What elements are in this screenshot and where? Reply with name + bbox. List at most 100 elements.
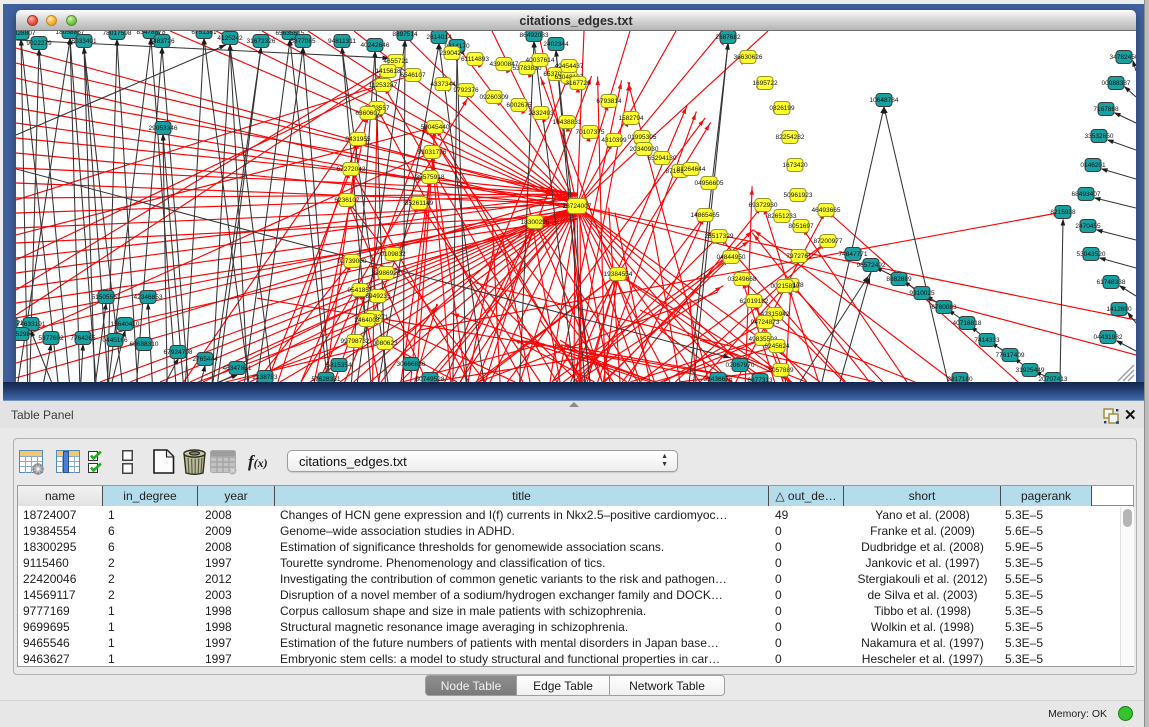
- svg-text:19384554: 19384554: [604, 271, 633, 278]
- svg-text:11253287: 11253287: [369, 82, 398, 89]
- svg-text:0080623: 0080623: [372, 340, 398, 347]
- svg-text:50961923: 50961923: [784, 192, 813, 199]
- svg-text:6780083: 6780083: [931, 304, 957, 311]
- svg-text:67924708: 67924708: [164, 349, 193, 356]
- svg-text:46347861: 46347861: [223, 365, 252, 372]
- svg-text:69372930: 69372930: [749, 202, 778, 209]
- svg-text:03249668: 03249668: [728, 276, 757, 283]
- svg-text:8057889: 8057889: [768, 367, 794, 374]
- svg-text:4125242: 4125242: [217, 35, 243, 42]
- svg-text:31672326: 31672326: [247, 38, 276, 45]
- svg-text:61114893: 61114893: [461, 56, 489, 63]
- svg-text:2138783: 2138783: [252, 374, 278, 381]
- svg-text:10648784: 10648784: [870, 97, 899, 104]
- svg-text:18724007: 18724007: [563, 203, 592, 210]
- svg-text:7972761: 7972761: [786, 253, 812, 260]
- svg-text:1673420: 1673420: [782, 162, 808, 169]
- svg-text:34782450: 34782450: [1110, 54, 1136, 61]
- svg-text:14865465: 14865465: [691, 212, 720, 219]
- svg-text:99798732: 99798732: [341, 338, 370, 345]
- svg-text:8897514: 8897514: [392, 31, 418, 38]
- svg-text:0431955: 0431955: [345, 136, 371, 143]
- svg-text:82254282: 82254282: [776, 134, 805, 141]
- svg-text:33532650: 33532650: [1085, 133, 1114, 140]
- svg-text:40242646: 40242646: [361, 42, 390, 49]
- svg-text:00215810: 00215810: [771, 283, 800, 290]
- svg-text:2765444: 2765444: [192, 356, 218, 363]
- svg-text:94724873: 94724873: [751, 319, 780, 326]
- svg-text:96572492: 96572492: [857, 262, 886, 269]
- svg-text:91031776: 91031776: [418, 149, 447, 156]
- svg-text:8033401: 8033401: [71, 38, 97, 45]
- svg-text:31925449: 31925449: [1016, 367, 1045, 374]
- svg-text:0826199: 0826199: [769, 105, 795, 112]
- svg-text:9022279: 9022279: [26, 40, 52, 47]
- svg-text:85261149: 85261149: [405, 200, 434, 207]
- svg-text:5877065: 5877065: [290, 38, 316, 45]
- svg-text:74847771: 74847771: [839, 251, 868, 258]
- svg-text:25517329: 25517329: [705, 233, 734, 240]
- svg-text:7414333: 7414333: [974, 337, 1000, 344]
- svg-text:16438831: 16438831: [553, 119, 582, 126]
- svg-text:04956605: 04956605: [695, 180, 724, 187]
- svg-text:7764265: 7764265: [70, 335, 96, 342]
- svg-text:0445166: 0445166: [102, 337, 128, 344]
- svg-text:29053346: 29053346: [149, 125, 178, 132]
- svg-text:8051697: 8051697: [788, 223, 814, 230]
- svg-text:02739000: 02739000: [338, 258, 367, 265]
- svg-text:6793814: 6793814: [596, 98, 622, 105]
- svg-text:51505561: 51505561: [92, 294, 121, 301]
- svg-text:3167723: 3167723: [565, 80, 591, 87]
- svg-text:6751361: 6751361: [191, 31, 217, 36]
- svg-text:87200977: 87200977: [814, 238, 843, 245]
- svg-text:42346853: 42346853: [134, 294, 163, 301]
- svg-text:2614014: 2614014: [426, 34, 452, 41]
- svg-text:6360607: 6360607: [355, 110, 381, 117]
- svg-text:5815354: 5815354: [326, 362, 352, 369]
- svg-text:01995305: 01995305: [628, 134, 657, 141]
- svg-text:62019132: 62019132: [740, 298, 769, 305]
- svg-text:30666836: 30666836: [397, 361, 426, 368]
- svg-text:2470455: 2470455: [1075, 223, 1101, 230]
- svg-text:46493665: 46493665: [812, 207, 841, 214]
- svg-text:8452984: 8452984: [16, 331, 34, 338]
- svg-text:7167868: 7167868: [1093, 106, 1119, 113]
- svg-text:82651233: 82651233: [768, 213, 797, 220]
- svg-text:0146201: 0146201: [1080, 162, 1106, 169]
- svg-text:5377602: 5377602: [38, 335, 64, 342]
- svg-text:6949235: 6949235: [365, 293, 391, 300]
- svg-text:94811311: 94811311: [328, 38, 356, 45]
- svg-text:61748338: 61748338: [1097, 279, 1126, 286]
- svg-text:38986928: 38986928: [372, 270, 401, 277]
- svg-text:65294130: 65294130: [648, 155, 677, 162]
- svg-text:78017598: 78017598: [103, 31, 132, 37]
- svg-text:2464008: 2464008: [354, 317, 380, 324]
- svg-text:04431982: 04431982: [1094, 334, 1123, 341]
- svg-text:0109832: 0109832: [380, 251, 406, 258]
- svg-text:1582794: 1582794: [618, 115, 644, 122]
- svg-text:60688310: 60688310: [130, 341, 159, 348]
- svg-text:09260309: 09260309: [480, 94, 509, 101]
- svg-text:35575918: 35575918: [416, 174, 445, 181]
- svg-text:4310399: 4310399: [601, 137, 627, 144]
- svg-text:53043520: 53043520: [1077, 251, 1106, 258]
- svg-text:40718818: 40718818: [953, 320, 982, 327]
- svg-text:00088387: 00088387: [1102, 80, 1131, 87]
- svg-text:6245624: 6245624: [764, 343, 790, 350]
- svg-text:86492083: 86492083: [520, 32, 549, 39]
- svg-text:18300295: 18300295: [521, 219, 550, 226]
- svg-text:40037614: 40037614: [526, 57, 555, 64]
- svg-text:02067970: 02067970: [726, 362, 755, 369]
- svg-text:67272042: 67272042: [337, 166, 366, 173]
- svg-text:68493407: 68493407: [1072, 191, 1101, 198]
- svg-text:9792376: 9792376: [453, 87, 479, 94]
- svg-text:4337344: 4337344: [430, 81, 456, 88]
- svg-text:36630626: 36630626: [734, 54, 763, 61]
- svg-text:8682889: 8682889: [886, 276, 912, 283]
- svg-text:15640410: 15640410: [111, 321, 140, 328]
- svg-text:59045440: 59045440: [421, 124, 450, 131]
- svg-text:81264644: 81264644: [677, 166, 706, 173]
- svg-text:2402344: 2402344: [543, 41, 569, 48]
- svg-text:1412690: 1412690: [1106, 306, 1132, 313]
- svg-text:9310025: 9310025: [909, 290, 935, 297]
